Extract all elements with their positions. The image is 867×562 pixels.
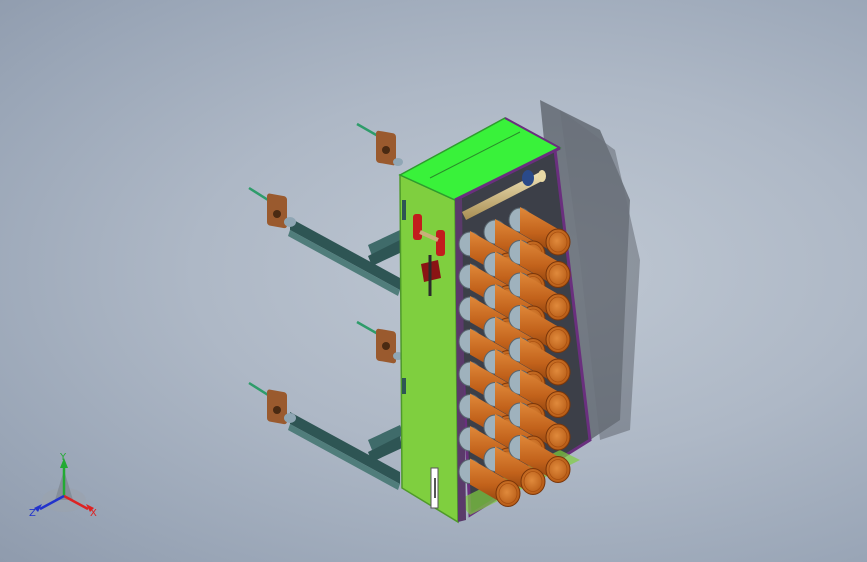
bracket-bolt-2[interactable] (248, 186, 296, 229)
3d-model-view[interactable]: Y X Z (0, 0, 867, 562)
bracket-bolt-1[interactable] (356, 122, 403, 166)
lower-arm (288, 412, 404, 490)
y-axis-label: Y (59, 452, 67, 463)
side-panel-slot (430, 467, 439, 509)
z-axis-label: Z (29, 508, 36, 519)
cad-viewport[interactable]: Y X Z (0, 0, 867, 562)
bracket-bolt-3[interactable] (356, 320, 403, 364)
roll-array[interactable] (458, 207, 571, 507)
bracket-bolt-4[interactable] (248, 381, 296, 425)
x-axis-label: X (90, 508, 97, 519)
upper-arm (288, 218, 404, 296)
axis-triad: Y X Z (29, 452, 97, 519)
